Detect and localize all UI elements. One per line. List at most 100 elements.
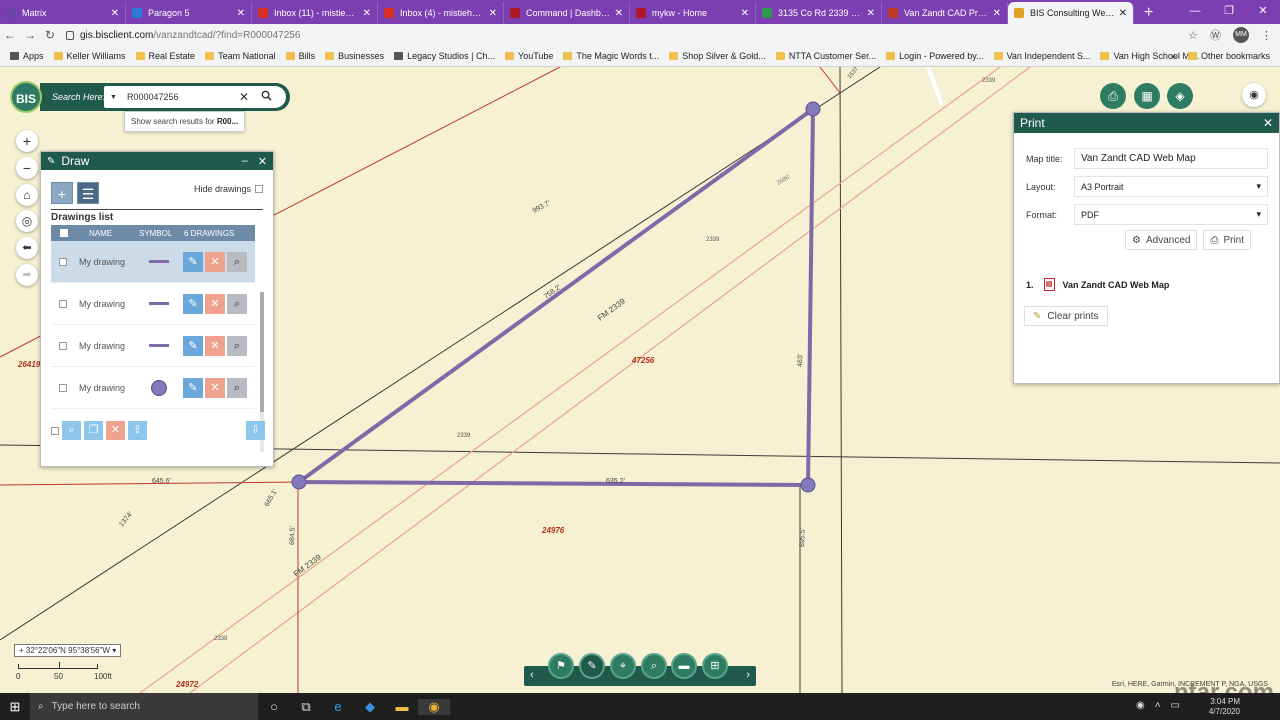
browser-tab[interactable]: Inbox (11) - mistiehom ✕ (252, 2, 378, 24)
close-window-icon[interactable]: ✕ (1246, 0, 1280, 22)
delete-drawing-icon[interactable]: ✕ (205, 251, 225, 272)
drawings-list-button[interactable]: ☰ (77, 182, 99, 204)
print-result[interactable]: 1. ▤ Van Zandt CAD Web Map (1026, 278, 1169, 291)
edit-drawing-icon[interactable]: ✎ (183, 293, 203, 314)
taskbar-search[interactable]: ⌕ Type here to search (30, 693, 258, 720)
map-view[interactable]: 47256 24976 26419 24972 FM 2339 FM 2339 … (0, 67, 1280, 693)
result-link[interactable]: Van Zandt CAD Web Map (1063, 280, 1170, 290)
previous-extent-button[interactable]: ⬅ (16, 237, 38, 259)
chrome-icon[interactable]: ◉ (418, 698, 450, 715)
maximize-icon[interactable]: ❐ (1212, 0, 1246, 22)
print-toggle-icon[interactable]: ⎙ (1100, 83, 1126, 109)
locate-button[interactable]: ◎ (16, 210, 38, 232)
edit-drawing-icon[interactable]: ✎ (183, 335, 203, 356)
windows-start-icon[interactable]: ⊞ (0, 699, 30, 715)
edit-drawing-icon[interactable]: ✎ (183, 251, 203, 272)
task-view-icon[interactable]: ⧉ (290, 699, 322, 715)
minimize-icon[interactable]: — (1178, 0, 1212, 22)
drawing-row[interactable]: My drawing✎✕⌕ (51, 409, 255, 411)
bookmark-item[interactable]: NTTA Customer Ser... (775, 51, 876, 61)
bookmark-item[interactable]: Keller Williams (53, 51, 126, 61)
import-drawings-button[interactable]: ⇪ (128, 421, 147, 440)
zoom-to-drawing-icon[interactable]: ⌕ (227, 293, 247, 314)
hide-panels-icon[interactable]: ◉ (1242, 83, 1266, 107)
minimize-panel-icon[interactable]: – (242, 155, 248, 167)
delete-drawing-icon[interactable]: ✕ (205, 335, 225, 356)
toolbar-next-icon[interactable]: › (746, 669, 750, 681)
copy-drawings-button[interactable]: ❐ (84, 421, 103, 440)
close-tab-icon[interactable]: ✕ (363, 8, 371, 19)
identify-tool-icon[interactable]: ▬ (671, 653, 697, 679)
bookmark-item[interactable]: Shop Silver & Gold... (669, 51, 766, 61)
bookmark-item[interactable]: YouTube (505, 51, 553, 61)
extension-icon[interactable]: Ⓦ (1210, 27, 1221, 43)
close-panel-icon[interactable]: ✕ (258, 155, 267, 168)
close-tab-icon[interactable]: ✕ (489, 8, 497, 19)
export-drawings-button[interactable]: ⇩ (246, 421, 265, 440)
footer-select-checkbox[interactable] (51, 426, 59, 435)
home-button[interactable]: ⌂ (16, 184, 38, 206)
add-data-tool-icon[interactable]: ⊞ (702, 653, 728, 679)
hide-drawings-checkbox[interactable] (255, 185, 263, 193)
browser-tab[interactable]: Paragon 5 ✕ (126, 2, 252, 24)
menu-icon[interactable]: ⋮ (1261, 29, 1272, 42)
forward-icon[interactable]: → (20, 28, 40, 42)
bookmarks-more[interactable]: » (1171, 51, 1176, 61)
bookmark-item[interactable]: Van Independent S... (993, 51, 1090, 61)
close-tab-icon[interactable]: ✕ (237, 8, 245, 19)
edge-icon[interactable]: e (322, 699, 354, 714)
close-tab-icon[interactable]: ✕ (615, 8, 623, 19)
browser-tab[interactable]: Van Zandt CAD Proper ✕ (882, 2, 1008, 24)
format-select[interactable]: PDF ▾ (1074, 204, 1268, 225)
row-checkbox[interactable] (59, 257, 67, 266)
close-print-icon[interactable]: ✕ (1263, 116, 1273, 130)
row-checkbox[interactable] (59, 299, 67, 308)
close-tab-icon[interactable]: ✕ (867, 8, 875, 19)
bookmark-item[interactable]: Team National (205, 51, 276, 61)
delete-drawing-icon[interactable]: ✕ (205, 293, 225, 314)
bookmark-item[interactable]: The Magic Words t... (563, 51, 659, 61)
clear-search-icon[interactable]: ✕ (239, 90, 249, 104)
bookmark-item[interactable]: Businesses (325, 51, 384, 61)
url-field[interactable]: gis.bisclient.com/vanzandtcad/?find=R000… (80, 30, 300, 41)
delete-selected-button[interactable]: ✕ (106, 421, 125, 440)
close-tab-icon[interactable]: ✕ (741, 8, 749, 19)
other-bookmarks[interactable]: » Other bookmarks (1171, 51, 1270, 61)
close-tab-icon[interactable]: ✕ (111, 8, 119, 19)
browser-tab[interactable]: Command | Dashboard ✕ (504, 2, 630, 24)
layout-select[interactable]: A3 Portrait ▾ (1074, 176, 1268, 197)
browser-tab[interactable]: Inbox (4) - mistiehome ✕ (378, 2, 504, 24)
bookmark-item[interactable]: Real Estate (135, 51, 195, 61)
clock[interactable]: 3:04 PM 4/7/2020 (1209, 697, 1240, 717)
new-tab-button[interactable]: + (1144, 2, 1153, 24)
network-icon[interactable]: ▭ (1171, 700, 1180, 711)
file-explorer-icon[interactable]: ▬ (386, 699, 418, 714)
bookmark-item[interactable]: Legacy Studios | Ch... (394, 51, 495, 61)
reload-icon[interactable]: ↻ (40, 28, 60, 42)
drawing-row[interactable]: My drawing✎✕⌕ (51, 241, 255, 283)
measure-tool-icon[interactable]: ⌖ (610, 653, 636, 679)
cortana-icon[interactable]: ○ (258, 699, 290, 714)
zoom-to-drawing-icon[interactable]: ⌕ (227, 335, 247, 356)
search-icon[interactable] (261, 90, 272, 104)
zoom-to-drawing-icon[interactable]: ⌕ (227, 377, 247, 398)
bookmark-item[interactable]: Bills (285, 51, 315, 61)
drawing-row[interactable]: My drawing✎✕⌕ (51, 325, 255, 367)
add-drawing-button[interactable]: + (51, 182, 73, 204)
zoom-to-drawing-icon[interactable]: ⌕ (227, 251, 247, 272)
layers-icon[interactable]: ◈ (1167, 83, 1193, 109)
star-icon[interactable]: ☆ (1188, 29, 1198, 42)
search-suggestion[interactable]: Show search results for R00... (124, 111, 246, 132)
browser-tab[interactable]: 3135 Co Rd 2339 - Go ✕ (756, 2, 882, 24)
zoom-to-all-button[interactable]: ⌕ (62, 421, 81, 440)
browser-tab[interactable]: mykw - Home ✕ (630, 2, 756, 24)
next-extent-button[interactable]: ➡ (16, 264, 38, 286)
chrome-tray-icon[interactable]: ◉ (1136, 700, 1145, 711)
draw-tool-icon[interactable]: ✎ (579, 653, 605, 679)
drawing-row[interactable]: My drawing✎✕⌕ (51, 283, 255, 325)
row-checkbox[interactable] (59, 383, 67, 392)
advanced-button[interactable]: ⚙ Advanced (1125, 230, 1198, 250)
dropbox-icon[interactable]: ◆ (354, 699, 386, 715)
query-tool-icon[interactable]: ⌕ (641, 653, 667, 679)
row-checkbox[interactable] (59, 341, 67, 350)
